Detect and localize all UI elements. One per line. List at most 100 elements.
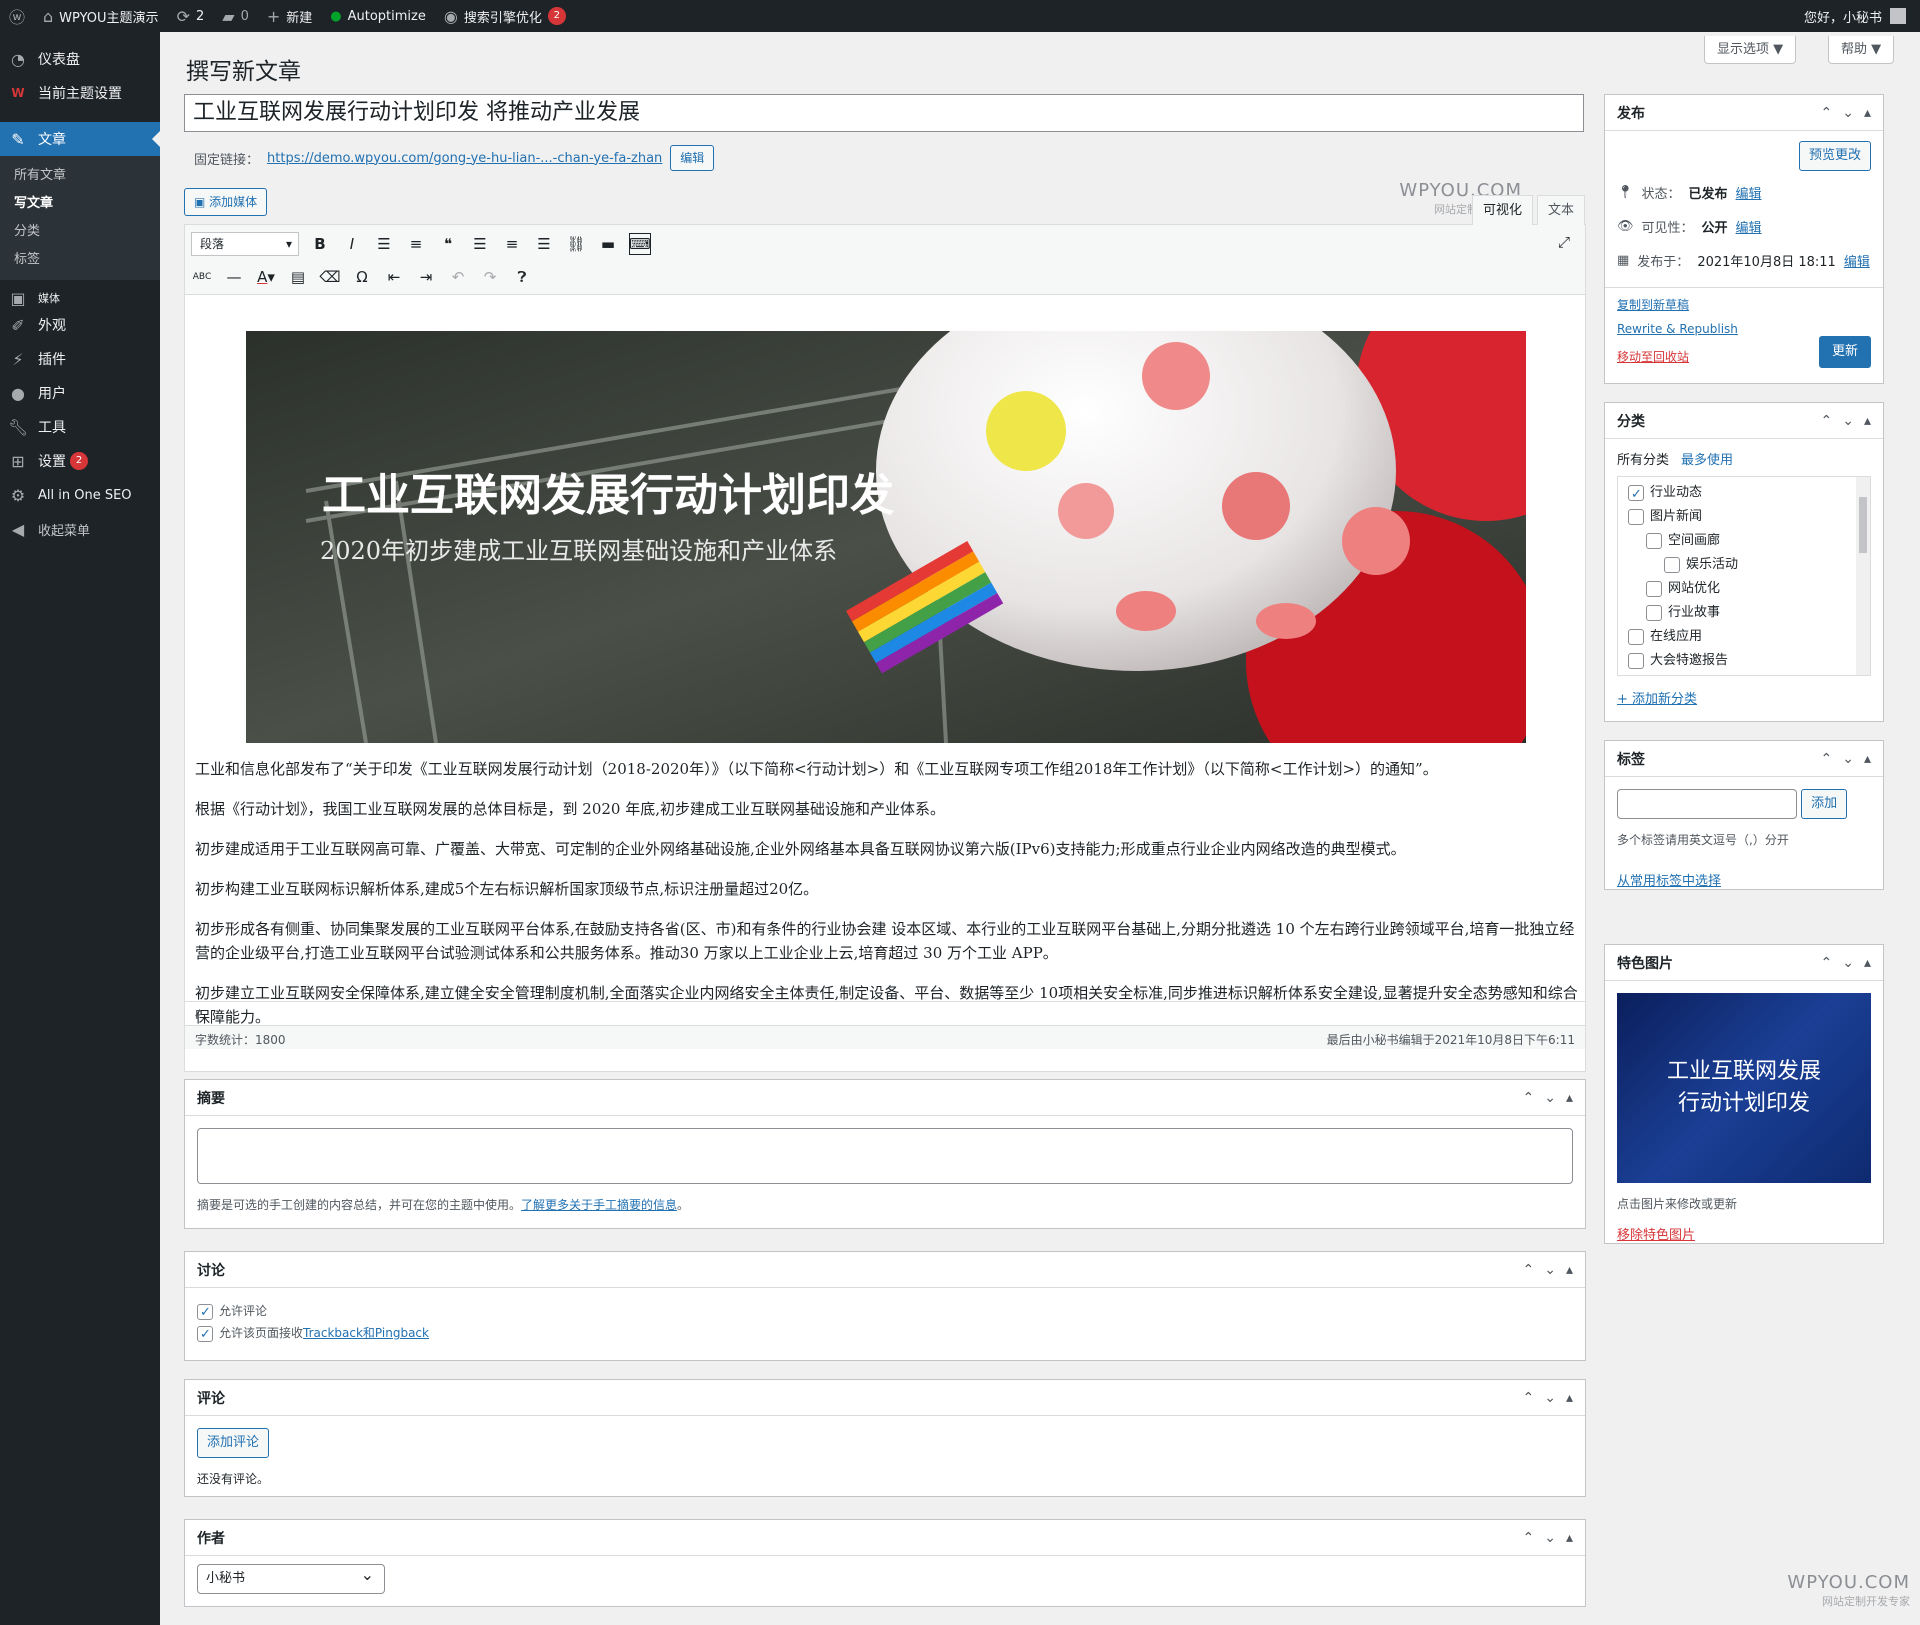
featured-image[interactable]: 工业互联网发展 行动计划印发	[1617, 993, 1871, 1183]
category-item[interactable]: 大会特邀报告	[1628, 649, 1860, 673]
menu-posts[interactable]: ✎ 文章	[0, 122, 160, 156]
add-comment-button[interactable]: 添加评论	[197, 1428, 270, 1458]
category-checkbox[interactable]	[1628, 483, 1644, 507]
allow-comments-checkbox[interactable]	[197, 1302, 213, 1324]
category-item[interactable]: 娱乐活动	[1628, 553, 1860, 577]
move-down-icon[interactable]: ⌄	[1842, 413, 1854, 429]
align-left-icon[interactable]: ☰	[469, 233, 491, 255]
move-up-icon[interactable]: ⌃	[1821, 413, 1833, 429]
toggle-icon[interactable]: ▴	[1864, 105, 1871, 121]
wordpress-logo-icon[interactable]: ⓦ	[0, 0, 34, 32]
category-scrollbar[interactable]	[1856, 477, 1870, 675]
menu-users[interactable]: ● 用户	[0, 376, 160, 410]
allow-comments-option[interactable]: 允许评论	[197, 1300, 1573, 1324]
toggle-icon[interactable]: ▴	[1566, 1090, 1573, 1106]
move-up-icon[interactable]: ⌃	[1821, 955, 1833, 971]
move-down-icon[interactable]: ⌄	[1544, 1390, 1556, 1406]
post-title-input[interactable]: 工业互联网发展行动计划印发 将推动产业发展	[184, 94, 1584, 132]
link-icon[interactable]: ⛓	[565, 233, 587, 255]
seo-link[interactable]: ◉ 搜索引擎优化 2	[435, 0, 575, 32]
menu-media[interactable]: ▣ 媒体	[0, 288, 160, 308]
toggle-icon[interactable]: ▴	[1566, 1262, 1573, 1278]
menu-aioseo[interactable]: ⚙ All in One SEO	[0, 478, 160, 512]
author-select[interactable]: 小秘书	[197, 1561, 385, 1594]
category-checkbox[interactable]	[1628, 628, 1644, 645]
site-name-link[interactable]: ⌂ WPYOU主题演示	[34, 0, 168, 32]
hero-image[interactable]: 工业互联网发展行动计划印发 2020年初步建成工业互联网基础设施和产业体系	[246, 331, 1526, 743]
move-down-icon[interactable]: ⌄	[1842, 751, 1854, 767]
allow-pings-option[interactable]: 允许该页面接收Trackback和Pingback	[197, 1322, 1573, 1346]
align-right-icon[interactable]: ☰	[533, 233, 555, 255]
help-icon[interactable]: ❓︎	[511, 266, 533, 288]
rewrite-republish-link[interactable]: Rewrite & Republish	[1617, 322, 1738, 336]
category-checkbox[interactable]	[1646, 532, 1662, 549]
format-select[interactable]: 段落	[191, 232, 299, 256]
move-down-icon[interactable]: ⌄	[1544, 1090, 1556, 1106]
menu-plugins[interactable]: ⚡ 插件	[0, 342, 160, 376]
menu-collapse[interactable]: ◀ 收起菜单	[0, 512, 160, 546]
submenu-all-posts[interactable]: 所有文章	[0, 162, 160, 190]
move-to-trash-link[interactable]: 移动至回收站	[1617, 350, 1689, 364]
move-down-icon[interactable]: ⌄	[1842, 955, 1854, 971]
category-item[interactable]: 图片新闻	[1628, 505, 1860, 529]
menu-appearance[interactable]: ✐ 外观	[0, 308, 160, 342]
special-char-icon[interactable]: Ω	[351, 266, 373, 288]
move-up-icon[interactable]: ⌃	[1523, 1390, 1535, 1406]
copy-to-draft-link[interactable]: 复制到新草稿	[1617, 298, 1689, 312]
category-checkbox[interactable]	[1664, 556, 1680, 573]
bullet-list-icon[interactable]: ☰	[373, 233, 395, 255]
clear-format-icon[interactable]: ⌫	[319, 266, 341, 288]
menu-theme-settings[interactable]: W 当前主题设置	[0, 76, 160, 110]
text-color-icon[interactable]: A ▾	[255, 266, 277, 288]
avatar[interactable]	[1890, 8, 1906, 24]
bold-icon[interactable]: B	[309, 233, 331, 255]
italic-icon[interactable]: I	[341, 233, 363, 255]
fullscreen-icon[interactable]: ⤢	[1553, 231, 1575, 253]
indent-icon[interactable]: ⇥	[415, 266, 437, 288]
screen-options-button[interactable]: 显示选项 ▼	[1704, 36, 1797, 64]
date-edit-link[interactable]: 编辑	[1844, 251, 1870, 270]
preview-changes-button[interactable]: 预览更改	[1798, 141, 1871, 171]
toggle-icon[interactable]: ▴	[1864, 955, 1871, 971]
allow-pings-checkbox[interactable]	[197, 1324, 213, 1346]
toggle-icon[interactable]: ▴	[1566, 1530, 1573, 1546]
add-tag-button[interactable]: 添加	[1801, 789, 1848, 819]
add-new-category-link[interactable]: + 添加新分类	[1617, 692, 1697, 707]
toggle-icon[interactable]: ▴	[1864, 413, 1871, 429]
move-down-icon[interactable]: ⌄	[1544, 1262, 1556, 1278]
permalink-url[interactable]: https://demo.wpyou.com/gong-ye-hu-lian-.…	[267, 151, 662, 166]
category-item[interactable]: 空间画廊	[1628, 529, 1860, 553]
category-checkbox[interactable]	[1646, 580, 1662, 597]
paste-text-icon[interactable]: ▤	[287, 266, 309, 288]
move-up-icon[interactable]: ⌃	[1523, 1090, 1535, 1106]
undo-icon[interactable]: ↶	[447, 266, 469, 288]
align-center-icon[interactable]: ≡	[501, 233, 523, 255]
excerpt-learn-more-link[interactable]: 了解更多关于手工摘要的信息	[521, 1198, 677, 1212]
read-more-icon[interactable]: ▬	[597, 233, 619, 255]
move-up-icon[interactable]: ⌃	[1821, 751, 1833, 767]
move-up-icon[interactable]: ⌃	[1523, 1262, 1535, 1278]
toolbar-toggle-icon[interactable]: ⌨	[629, 233, 651, 255]
permalink-edit-button[interactable]: 编辑	[670, 145, 715, 171]
tab-popular-categories[interactable]: 最多使用	[1681, 449, 1733, 468]
move-down-icon[interactable]: ⌄	[1842, 105, 1854, 121]
submenu-categories[interactable]: 分类	[0, 218, 160, 246]
redo-icon[interactable]: ↷	[479, 266, 501, 288]
menu-dashboard[interactable]: ◔ 仪表盘	[0, 42, 160, 76]
move-up-icon[interactable]: ⌃	[1523, 1530, 1535, 1546]
updates-link[interactable]: ⟳ 2	[168, 0, 214, 32]
category-item[interactable]: 行业故事	[1628, 601, 1860, 625]
help-button[interactable]: 帮助 ▼	[1828, 36, 1895, 64]
blockquote-icon[interactable]: ❝	[437, 233, 459, 255]
add-media-button[interactable]: ▣ 添加媒体	[184, 188, 268, 216]
visibility-edit-link[interactable]: 编辑	[1736, 217, 1762, 236]
greeting[interactable]: 您好，小秘书	[1804, 7, 1882, 26]
category-checkbox[interactable]	[1628, 652, 1644, 669]
submenu-tags[interactable]: 标签	[0, 246, 160, 274]
move-down-icon[interactable]: ⌄	[1544, 1530, 1556, 1546]
tab-text[interactable]: 文本	[1536, 195, 1585, 225]
category-item[interactable]: 网站优化	[1628, 577, 1860, 601]
tab-visual[interactable]: 可视化	[1471, 195, 1533, 225]
outdent-icon[interactable]: ⇤	[383, 266, 405, 288]
toggle-icon[interactable]: ▴	[1566, 1390, 1573, 1406]
